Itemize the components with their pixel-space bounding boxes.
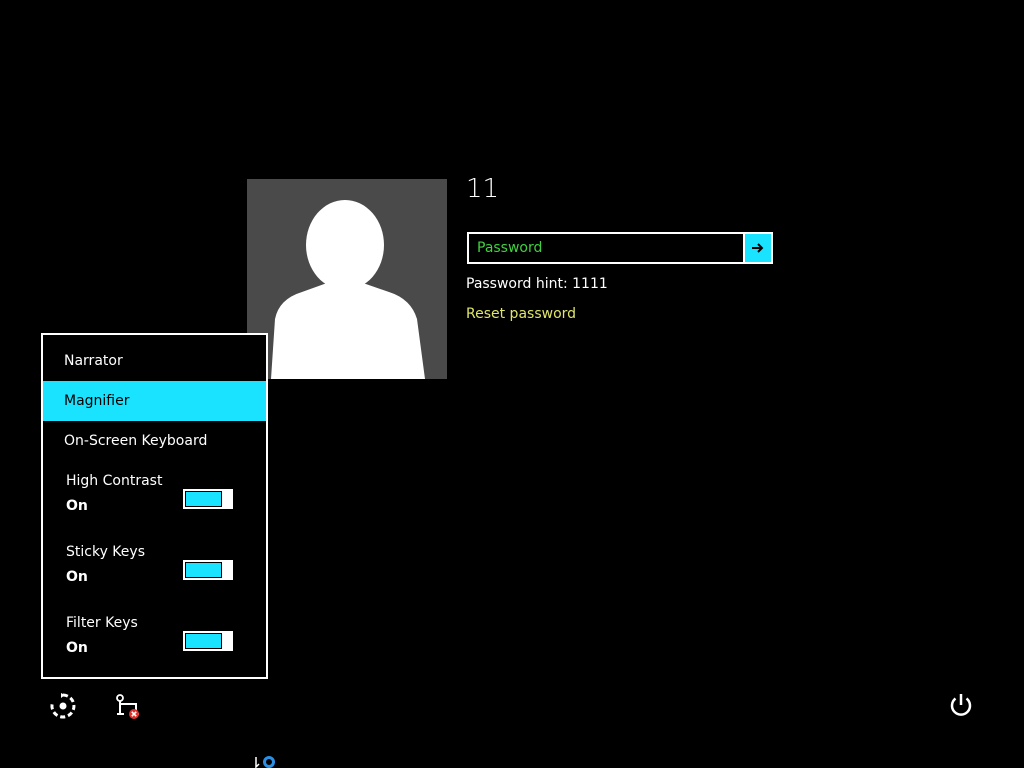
toggle-fill [186,563,221,577]
toggle-fill [186,634,221,648]
lock-screen: 11 Password hint: 1111 Reset password Na… [0,0,1024,768]
sticky-keys-toggle[interactable] [183,560,233,580]
filter-keys-toggle[interactable] [183,631,233,651]
password-input[interactable] [467,232,743,264]
toggle-group-filter-keys: Filter Keys On [43,615,266,677]
menu-item-on-screen-keyboard[interactable]: On-Screen Keyboard [43,421,266,461]
user-silhouette-icon [271,200,425,379]
network-button[interactable] [113,692,143,722]
toggle-group-high-contrast: High Contrast On [43,473,266,535]
ease-of-access-icon [50,693,76,719]
high-contrast-toggle[interactable] [183,489,233,509]
network-disconnected-icon [116,694,139,719]
menu-item-narrator[interactable]: Narrator [43,341,266,381]
filter-keys-state: On [66,640,88,656]
submit-password-button[interactable] [743,232,773,264]
reset-password-link[interactable]: Reset password [466,306,576,322]
sticky-keys-state: On [66,569,88,585]
toggle-thumb [222,631,233,651]
high-contrast-state: On [66,498,88,514]
toggle-fill [186,492,221,506]
power-button[interactable] [946,690,976,720]
menu-item-magnifier[interactable]: Magnifier [43,381,266,421]
filter-keys-label: Filter Keys [66,615,138,631]
toggle-group-sticky-keys: Sticky Keys On [43,544,266,606]
user-name: 11 [466,174,500,204]
ease-of-access-button[interactable] [48,691,78,721]
power-icon [950,694,972,716]
password-row [467,232,773,264]
password-hint: Password hint: 1111 [466,276,608,292]
sticky-keys-label: Sticky Keys [66,544,145,560]
toggle-thumb [222,489,233,509]
user-avatar [247,179,447,379]
arrow-right-icon [752,243,764,253]
busy-cursor-icon [255,754,279,768]
ease-of-access-menu: Narrator Magnifier On-Screen Keyboard Hi… [41,333,268,679]
toggle-thumb [222,560,233,580]
high-contrast-label: High Contrast [66,473,163,489]
